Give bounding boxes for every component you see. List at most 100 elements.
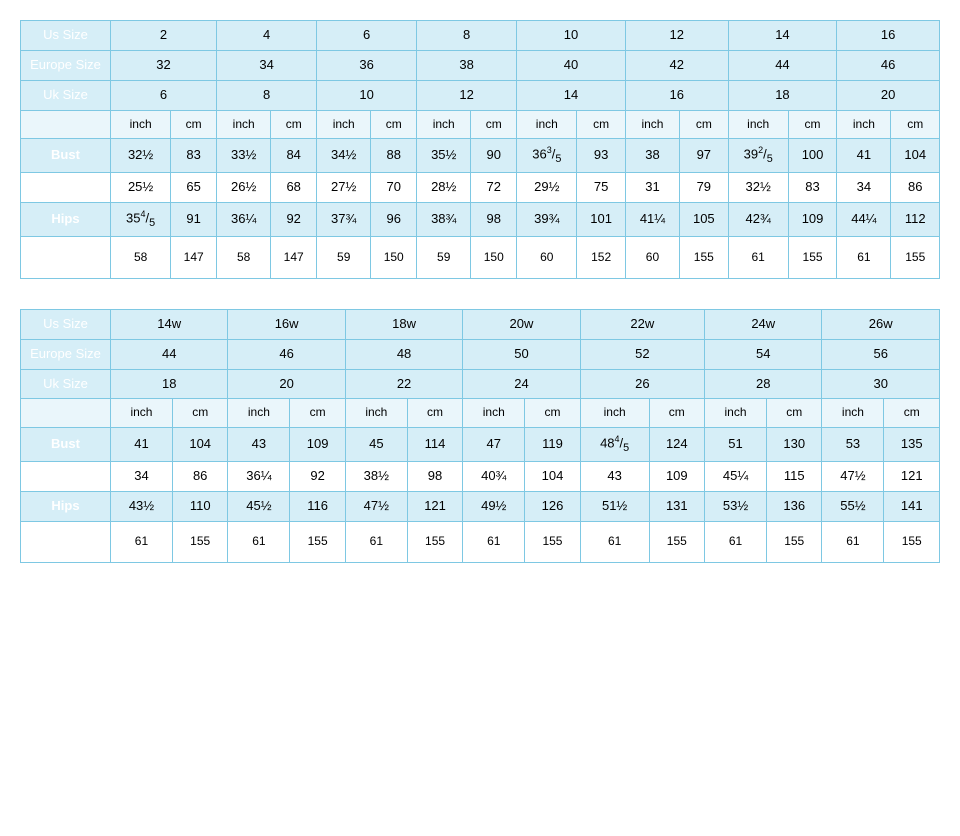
waist-25.5-inch: 25½ [111,173,171,203]
hips-38.75-cm: 98 [471,203,517,237]
hips-42.75-cm: 109 [788,203,836,237]
cm-p6: cm [767,399,822,428]
uk-size-24-plus: 24 [463,369,580,399]
inch-2: inch [217,110,271,139]
us-size-10: 10 [517,21,626,51]
uk-size-30-plus: 30 [822,369,940,399]
floor-label-plus: hollow to floor (bare foot) [21,521,111,563]
uk-size-20-plus: 20 [228,369,345,399]
bust-row-plus: Bust 41 104 43 109 45 114 47 119 484/5 1… [21,427,940,461]
floor-p61-5-cm: 155 [649,521,704,563]
hips-41.25-inch: 41¼ [625,203,679,237]
hips-p47.5-inch: 47½ [345,491,407,521]
bust-34.5-inch: 34½ [317,139,371,173]
bust-p51-inch: 51 [705,427,767,461]
bust-p51-cm: 130 [767,427,822,461]
waist-p34-cm: 86 [172,461,227,491]
hips-35.8-cm: 91 [171,203,217,237]
bust-33.5-inch: 33½ [217,139,271,173]
hips-p51.5-inch: 51½ [580,491,649,521]
inch-8: inch [837,110,891,139]
bust-p41-inch: 41 [111,427,173,461]
uk-size-label-plus: Uk Size [21,369,111,399]
size-chart-plus: Us Size 14w 16w 18w 20w 22w 24w 26w Euro… [20,309,940,564]
hips-39.75-cm: 101 [577,203,625,237]
inch-p7: inch [822,399,884,428]
inch-6: inch [625,110,679,139]
inch-1: inch [111,110,171,139]
uk-size-26-plus: 26 [580,369,704,399]
bust-p41-cm: 104 [172,427,227,461]
bust-35.5-inch: 35½ [417,139,471,173]
subheader-row-plus: inch cm inch cm inch cm inch cm inch cm … [21,399,940,428]
waist-27.5-inch: 27½ [317,173,371,203]
europe-size-46: 46 [837,50,940,80]
waist-p36.25-cm: 92 [290,461,345,491]
uk-size-row: Uk Size 6 8 10 12 14 16 18 20 [21,80,940,110]
bust-row: Bust 32½ 83 33½ 84 34½ 88 35½ 90 363/5 9… [21,139,940,173]
floor-58-1-cm: 147 [171,237,217,279]
waist-label: Waist [21,173,111,203]
uk-size-6: 6 [111,80,217,110]
us-size-6: 6 [317,21,417,51]
cm-p1: cm [172,399,227,428]
bust-32.5-inch: 32½ [111,139,171,173]
floor-p61-2-inch: 61 [228,521,290,563]
cm-p3: cm [407,399,462,428]
inch-5: inch [517,110,577,139]
inch-7: inch [728,110,788,139]
hips-p47.5-cm: 121 [407,491,462,521]
europe-size-36: 36 [317,50,417,80]
europe-size-label-plus: Europe Size [21,339,111,369]
floor-59-2-cm: 150 [471,237,517,279]
us-size-22w: 22w [580,309,704,339]
floor-61-2-inch: 61 [837,237,891,279]
floor-p61-7-inch: 61 [822,521,884,563]
cm-p4: cm [525,399,580,428]
hips-37.75-cm: 96 [371,203,417,237]
bust-p45-inch: 45 [345,427,407,461]
inch-p1: inch [111,399,173,428]
floor-p61-6-cm: 155 [767,521,822,563]
uk-size-28-plus: 28 [705,369,822,399]
us-size-16: 16 [837,21,940,51]
bust-34.5-cm: 88 [371,139,417,173]
waist-label-plus: Waist [21,461,111,491]
hips-39.75-inch: 39¾ [517,203,577,237]
subheader-empty [21,110,111,139]
us-size-row: Us Size 2 4 6 8 10 12 14 16 [21,21,940,51]
us-size-16w: 16w [228,309,345,339]
uk-size-10: 10 [317,80,417,110]
inch-p3: inch [345,399,407,428]
bust-39.4-inch: 392/5 [728,139,788,173]
cm-8: cm [891,110,940,139]
hips-p43.5-cm: 110 [172,491,227,521]
size-chart-standard: Us Size 2 4 6 8 10 12 14 16 Europe Size … [20,20,940,279]
hips-p49.5-cm: 126 [525,491,580,521]
waist-p47.5-inch: 47½ [822,461,884,491]
europe-size-54-plus: 54 [705,339,822,369]
hips-44.25-cm: 112 [891,203,940,237]
cm-7: cm [788,110,836,139]
cm-3: cm [371,110,417,139]
bust-p48.8-cm: 124 [649,427,704,461]
europe-size-48-plus: 48 [345,339,462,369]
cm-p5: cm [649,399,704,428]
waist-34-inch: 34 [837,173,891,203]
inch-p5: inch [580,399,649,428]
waist-29.5-inch: 29½ [517,173,577,203]
inch-3: inch [317,110,371,139]
uk-size-18-plus: 18 [111,369,228,399]
bust-41-cm: 104 [891,139,940,173]
floor-59-1-cm: 150 [371,237,417,279]
hips-36.25-inch: 36¼ [217,203,271,237]
us-size-label: Us Size [21,21,111,51]
inch-p4: inch [463,399,525,428]
cm-6: cm [680,110,728,139]
waist-31-cm: 79 [680,173,728,203]
floor-p61-4-inch: 61 [463,521,525,563]
uk-size-16: 16 [625,80,728,110]
subheader-row: inch cm inch cm inch cm inch cm inch cm … [21,110,940,139]
bust-p43-cm: 109 [290,427,345,461]
europe-size-row: Europe Size 32 34 36 38 40 42 44 46 [21,50,940,80]
